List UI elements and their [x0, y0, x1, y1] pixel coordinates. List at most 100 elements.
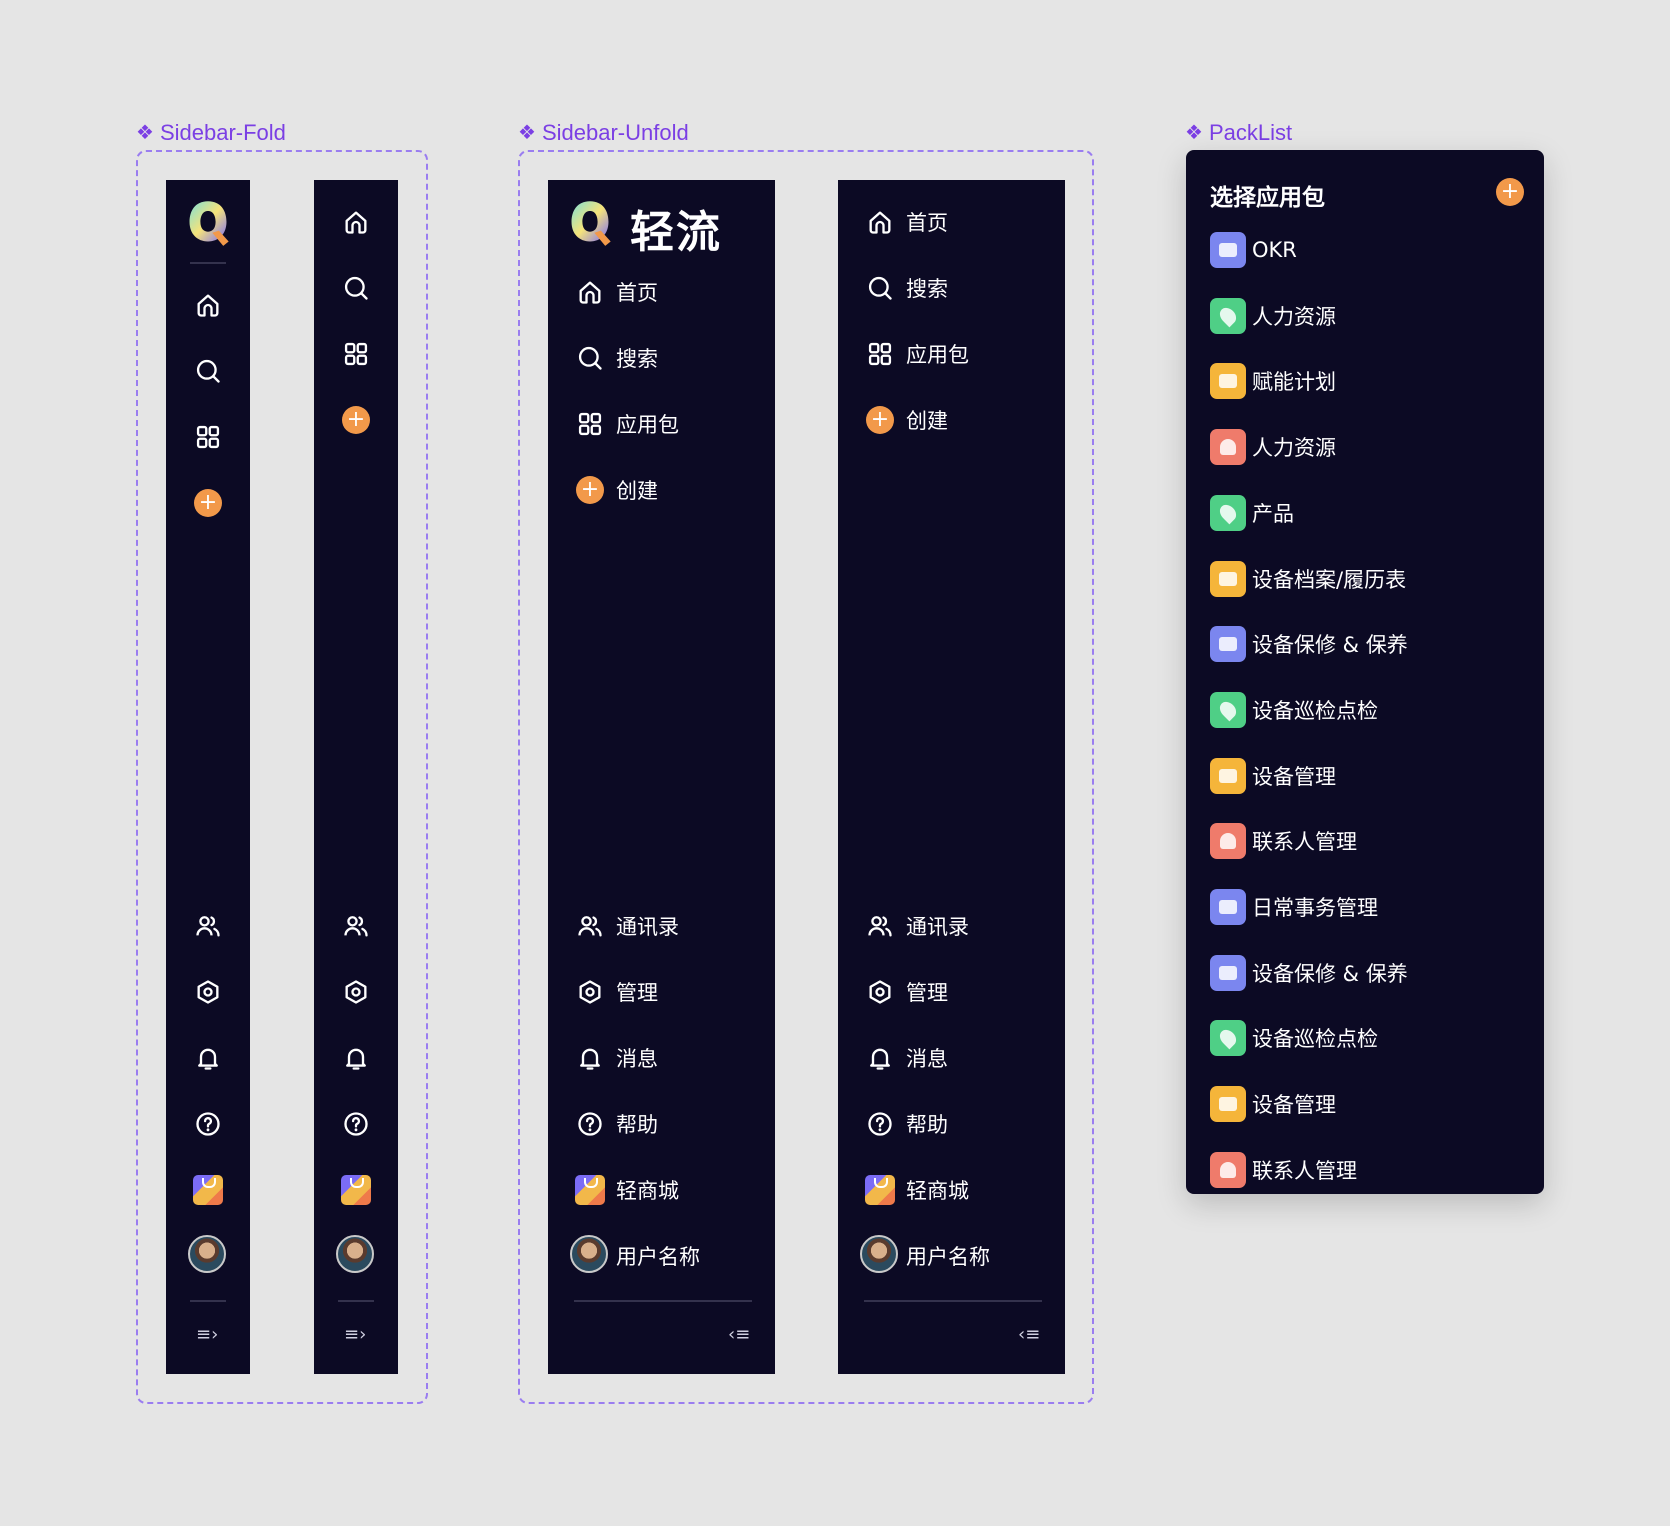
apps-grid-icon[interactable]: [575, 409, 605, 439]
logo-icon[interactable]: [568, 198, 612, 248]
home-icon[interactable]: [341, 207, 371, 237]
expand-icon[interactable]: ≡›: [196, 1324, 218, 1345]
packlist-item-label: 设备巡检点检: [1252, 699, 1378, 723]
home-icon[interactable]: [865, 207, 895, 237]
search-icon[interactable]: [865, 273, 895, 303]
help-icon[interactable]: [193, 1109, 223, 1139]
packlist-item-label: 设备保修 & 保养: [1252, 962, 1408, 986]
packlist-item[interactable]: 日常事务管理: [1210, 889, 1378, 925]
apps-grid-icon[interactable]: [341, 339, 371, 369]
packlist-item-label: 人力资源: [1252, 436, 1336, 460]
nav-manage-label[interactable]: 管理: [616, 983, 658, 1004]
search-icon[interactable]: [575, 343, 605, 373]
packlist-item[interactable]: 设备档案/履历表: [1210, 561, 1406, 597]
user-name[interactable]: 用户名称: [616, 1247, 700, 1268]
packlist-item[interactable]: OKR: [1210, 232, 1297, 268]
user-icon: [1210, 429, 1246, 465]
apps-grid-icon[interactable]: [865, 339, 895, 369]
packlist-item[interactable]: 联系人管理: [1210, 823, 1357, 859]
logo-text: 轻流: [630, 207, 722, 258]
packlist-item[interactable]: 设备管理: [1210, 758, 1336, 794]
packlist-item[interactable]: 赋能计划: [1210, 363, 1336, 399]
bell-icon[interactable]: [341, 1043, 371, 1073]
sidebar-fold-logo: + ≡›: [166, 180, 250, 1374]
nav-manage-label[interactable]: 管理: [906, 983, 948, 1004]
map-pin-icon: [1210, 495, 1246, 531]
packlist-item-label: 设备管理: [1252, 765, 1336, 789]
mall-icon[interactable]: [865, 1175, 895, 1205]
contacts-icon[interactable]: [193, 911, 223, 941]
sidebar-unfold-logo: 轻流 首页 搜索 应用包 + 创建 通讯录 管理 消息 帮助 轻商城 用户名称 …: [548, 180, 775, 1374]
car-icon: [1210, 758, 1246, 794]
packlist-item[interactable]: 联系人管理: [1210, 1152, 1357, 1188]
home-icon[interactable]: [575, 277, 605, 307]
create-plus-icon[interactable]: +: [341, 405, 371, 435]
nav-home-label[interactable]: 首页: [616, 283, 658, 304]
nav-help-label[interactable]: 帮助: [906, 1115, 948, 1136]
logo-icon[interactable]: [186, 198, 230, 248]
apps-grid-icon[interactable]: [193, 422, 223, 452]
nav-mall-label[interactable]: 轻商城: [906, 1181, 969, 1202]
mall-icon[interactable]: [575, 1175, 605, 1205]
help-icon[interactable]: [575, 1109, 605, 1139]
nav-contacts-label[interactable]: 通讯录: [906, 917, 969, 938]
bell-icon[interactable]: [865, 1043, 895, 1073]
briefcase-icon: [1210, 889, 1246, 925]
collapse-icon[interactable]: ‹≡: [1018, 1324, 1040, 1345]
create-plus-icon[interactable]: +: [865, 405, 895, 435]
nav-messages-label[interactable]: 消息: [906, 1049, 948, 1070]
contacts-icon[interactable]: [575, 911, 605, 941]
create-plus-icon[interactable]: +: [193, 488, 223, 518]
user-icon: [1210, 1152, 1246, 1188]
search-icon[interactable]: [341, 273, 371, 303]
mall-icon[interactable]: [341, 1175, 371, 1205]
packlist-item[interactable]: 设备管理: [1210, 1086, 1336, 1122]
contacts-icon[interactable]: [865, 911, 895, 941]
home-icon[interactable]: [193, 290, 223, 320]
manage-gear-icon[interactable]: [575, 977, 605, 1007]
bell-icon[interactable]: [193, 1043, 223, 1073]
avatar[interactable]: [570, 1235, 608, 1273]
packlist-item[interactable]: 设备巡检点检: [1210, 1020, 1378, 1056]
user-icon: [1210, 823, 1246, 859]
nav-apps-label[interactable]: 应用包: [616, 415, 679, 436]
nav-home-label[interactable]: 首页: [906, 213, 948, 234]
nav-apps-label[interactable]: 应用包: [906, 345, 969, 366]
nav-create-label[interactable]: 创建: [616, 481, 658, 502]
help-icon[interactable]: [341, 1109, 371, 1139]
nav-messages-label[interactable]: 消息: [616, 1049, 658, 1070]
create-plus-icon[interactable]: +: [575, 475, 605, 505]
help-icon[interactable]: [865, 1109, 895, 1139]
packlist-item[interactable]: 人力资源: [1210, 298, 1336, 334]
map-pin-icon: [1210, 1020, 1246, 1056]
avatar[interactable]: [188, 1235, 226, 1273]
user-name[interactable]: 用户名称: [906, 1247, 990, 1268]
packlist-item[interactable]: 产品: [1210, 495, 1294, 531]
packlist-item[interactable]: 设备保修 & 保养: [1210, 626, 1408, 662]
map-pin-icon: [1210, 298, 1246, 334]
packlist-item[interactable]: 设备保修 & 保养: [1210, 955, 1408, 991]
nav-create-label[interactable]: 创建: [906, 411, 948, 432]
packlist-item-label: 设备档案/履历表: [1252, 568, 1407, 592]
expand-icon[interactable]: ≡›: [344, 1324, 366, 1345]
manage-gear-icon[interactable]: [865, 977, 895, 1007]
manage-gear-icon[interactable]: [193, 977, 223, 1007]
bell-icon[interactable]: [575, 1043, 605, 1073]
avatar[interactable]: [860, 1235, 898, 1273]
nav-mall-label[interactable]: 轻商城: [616, 1181, 679, 1202]
nav-help-label[interactable]: 帮助: [616, 1115, 658, 1136]
add-pack-button[interactable]: +: [1496, 178, 1524, 206]
packlist-item-label: 联系人管理: [1252, 1159, 1357, 1183]
contacts-icon[interactable]: [341, 911, 371, 941]
avatar[interactable]: [336, 1235, 374, 1273]
packlist-item[interactable]: 设备巡检点检: [1210, 692, 1378, 728]
collapse-icon[interactable]: ‹≡: [728, 1324, 750, 1345]
mall-icon[interactable]: [193, 1175, 223, 1205]
nav-search-label[interactable]: 搜索: [906, 279, 948, 300]
nav-search-label[interactable]: 搜索: [616, 349, 658, 370]
manage-gear-icon[interactable]: [341, 977, 371, 1007]
packlist-item-label: 日常事务管理: [1252, 896, 1378, 920]
packlist-item[interactable]: 人力资源: [1210, 429, 1336, 465]
nav-contacts-label[interactable]: 通讯录: [616, 917, 679, 938]
search-icon[interactable]: [193, 356, 223, 386]
